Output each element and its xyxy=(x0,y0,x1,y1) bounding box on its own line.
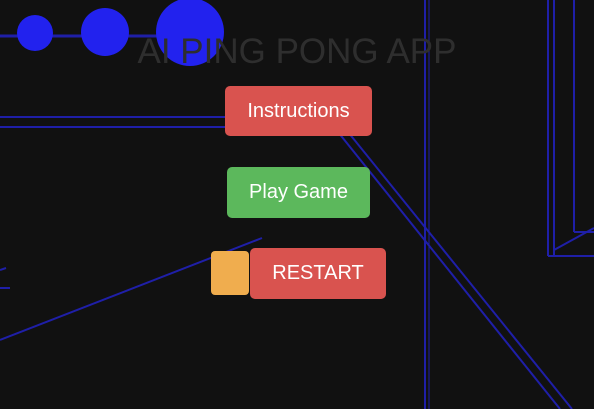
restart-button-label: RESTART xyxy=(272,262,364,284)
play-game-button[interactable]: Play Game xyxy=(227,167,370,218)
play-game-button-label: Play Game xyxy=(249,181,348,203)
app-title: AI PING PONG APP xyxy=(137,32,457,71)
instructions-button[interactable]: Instructions xyxy=(225,86,372,136)
game-menu-screen: AI PING PONG APP Instructions Play Game … xyxy=(0,0,594,409)
bg-line xyxy=(0,267,7,271)
instructions-button-label: Instructions xyxy=(247,99,350,122)
color-swatch xyxy=(211,251,249,295)
restart-button[interactable]: RESTART xyxy=(250,248,386,299)
